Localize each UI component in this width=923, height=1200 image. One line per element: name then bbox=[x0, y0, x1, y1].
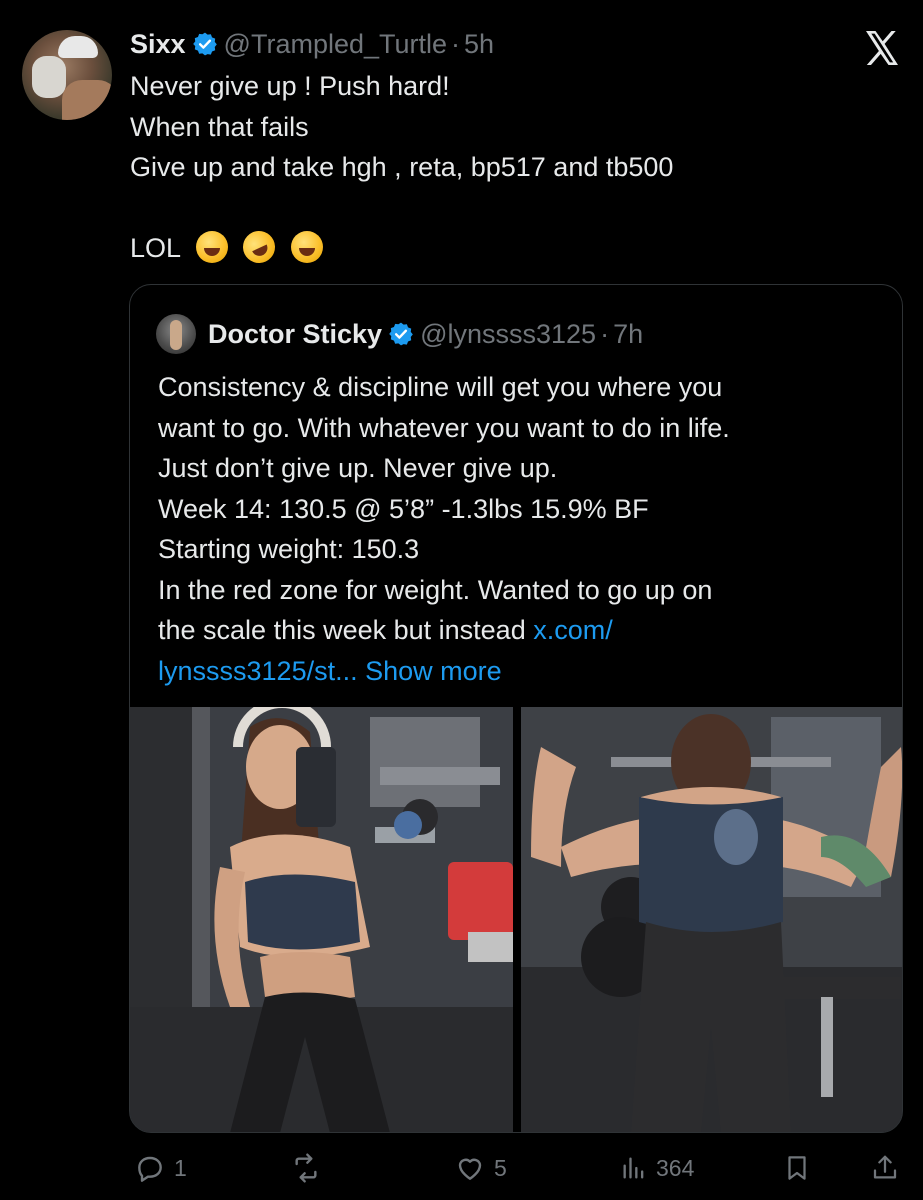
author-avatar[interactable] bbox=[22, 30, 112, 120]
share-icon bbox=[873, 1155, 897, 1179]
close-icon[interactable] bbox=[858, 24, 906, 72]
quoted-line: Week 14: 130.5 @ 5’8” -1.3lbs 15.9% BF bbox=[158, 493, 649, 524]
quoted-post-age[interactable]: 7h bbox=[613, 319, 643, 350]
grinning-squinting-face-icon bbox=[195, 231, 228, 263]
share-button[interactable] bbox=[870, 1152, 900, 1184]
quoted-author-name[interactable]: Doctor Sticky bbox=[208, 319, 382, 350]
quoted-line: Just don’t give up. Never give up. bbox=[158, 453, 558, 483]
quoted-post-card[interactable]: Doctor Sticky @lynssss3125 · 7h Consiste… bbox=[129, 284, 903, 1133]
quoted-line: Starting weight: 150.3 bbox=[158, 534, 420, 564]
quoted-post-header: Doctor Sticky @lynssss3125 · 7h bbox=[156, 313, 643, 355]
quoted-line-text: the scale this week but instead bbox=[158, 615, 534, 645]
post-line: Give up and take hgh , reta, bp517 and t… bbox=[130, 152, 674, 182]
gym-mirror-selfie-image bbox=[130, 707, 513, 1132]
quoted-header-separator: · bbox=[600, 318, 610, 349]
repost-icon bbox=[295, 1153, 317, 1183]
lol-text: LOL bbox=[130, 233, 181, 263]
face-with-tears-of-joy-icon bbox=[290, 231, 323, 263]
rolling-on-floor-laughing-icon bbox=[237, 225, 281, 269]
post-age[interactable]: 5h bbox=[464, 29, 494, 60]
views-count: 364 bbox=[656, 1154, 695, 1181]
post-body: Never give up ! Push hard! When that fai… bbox=[130, 66, 870, 269]
show-more-link[interactable]: Show more bbox=[358, 656, 502, 686]
views-chart-icon bbox=[623, 1157, 644, 1179]
header-separator: · bbox=[451, 28, 461, 59]
views-button[interactable]: 364 bbox=[620, 1152, 694, 1184]
reply-icon bbox=[138, 1156, 162, 1182]
reply-count: 1 bbox=[174, 1154, 187, 1181]
quoted-line: In the red zone for weight. Wanted to go… bbox=[158, 574, 713, 605]
author-name[interactable]: Sixx bbox=[130, 29, 186, 60]
reply-button[interactable]: 1 bbox=[134, 1152, 187, 1184]
author-handle[interactable]: @Trampled_Turtle bbox=[224, 29, 447, 60]
quoted-line: want to go. With whatever you want to do… bbox=[158, 412, 730, 443]
avatar-torso bbox=[62, 80, 112, 120]
action-bar: 1 5 364 bbox=[0, 1140, 923, 1200]
verified-badge-icon bbox=[389, 322, 413, 346]
quoted-post-body: Consistency & discipline will get you wh… bbox=[158, 367, 888, 691]
avatar-dog bbox=[32, 56, 66, 98]
post-line-lol: LOL bbox=[130, 225, 870, 269]
bookmark-button[interactable] bbox=[782, 1152, 812, 1184]
quoted-line: lynssss3125/st... Show more bbox=[158, 651, 888, 692]
quoted-photo-2[interactable] bbox=[521, 707, 902, 1132]
quoted-author-handle[interactable]: @lynssss3125 bbox=[420, 319, 596, 350]
quoted-photo-1[interactable] bbox=[130, 707, 513, 1132]
post-header: Sixx @Trampled_Turtle · 5h bbox=[130, 26, 494, 62]
quoted-line: Consistency & discipline will get you wh… bbox=[158, 372, 723, 402]
post-line: Never give up ! Push hard! bbox=[130, 71, 450, 101]
verified-badge-icon bbox=[192, 32, 217, 56]
quoted-url-link-continued[interactable]: lynssss3125/st... bbox=[158, 656, 358, 686]
bookmark-icon bbox=[788, 1156, 806, 1180]
quoted-line: the scale this week but instead x.com/ bbox=[158, 610, 888, 651]
gym-back-flex-image bbox=[521, 707, 902, 1132]
like-button[interactable]: 5 bbox=[454, 1152, 507, 1184]
like-count: 5 bbox=[494, 1154, 507, 1181]
avatar-cap bbox=[58, 36, 98, 58]
heart-icon bbox=[458, 1158, 482, 1180]
quoted-url-link[interactable]: x.com/ bbox=[533, 615, 613, 645]
post-line-blank bbox=[130, 188, 870, 229]
repost-button[interactable] bbox=[288, 1152, 332, 1184]
quoted-author-avatar[interactable] bbox=[156, 314, 196, 354]
post-line: When that fails bbox=[130, 111, 309, 142]
